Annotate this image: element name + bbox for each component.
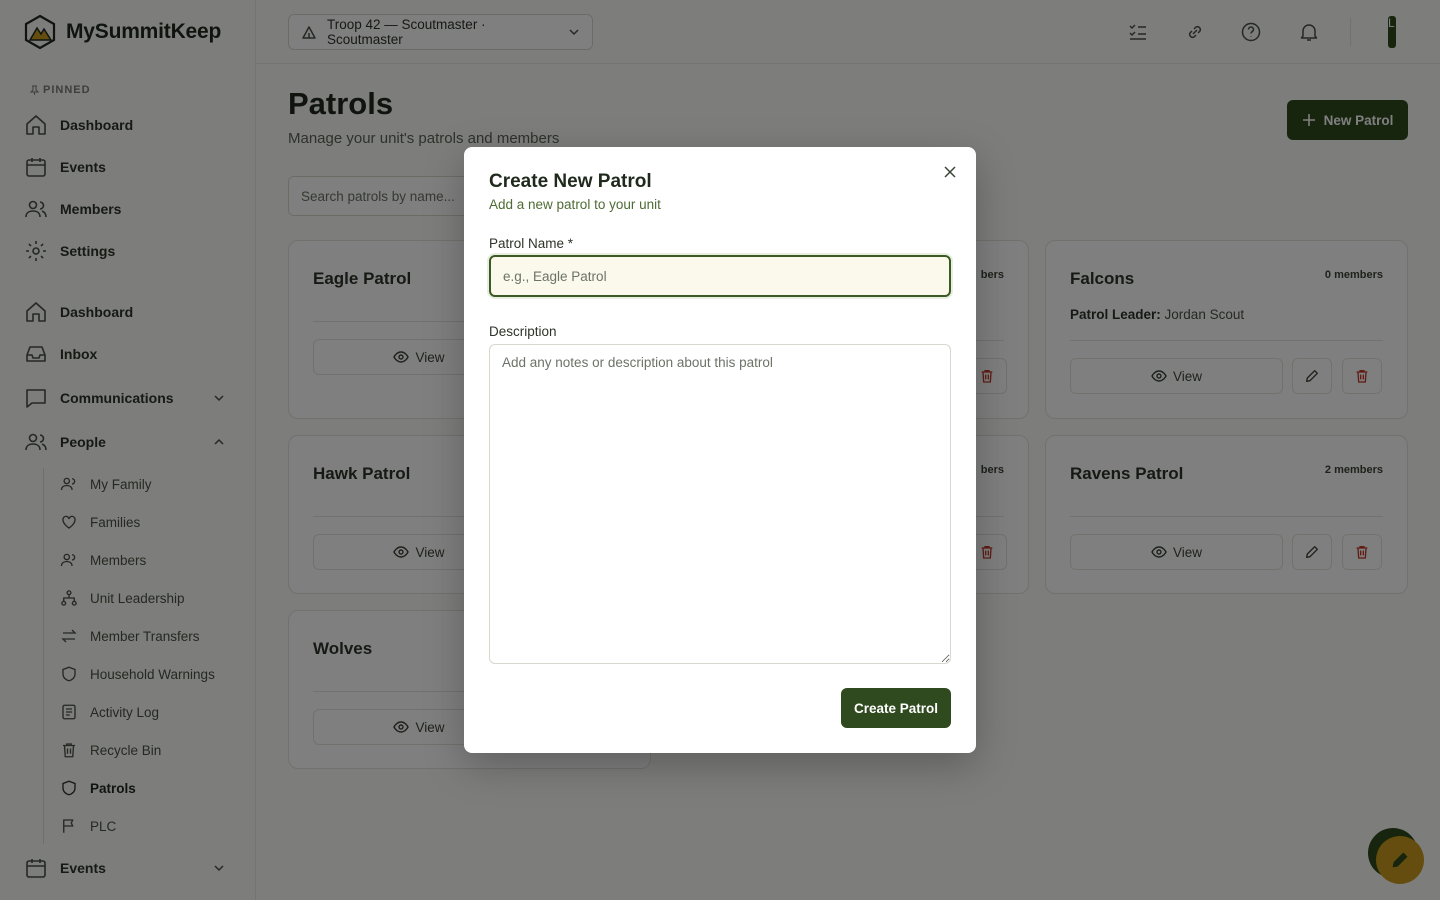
patrol-name-input[interactable] bbox=[489, 255, 951, 297]
dialog-subtitle: Add a new patrol to your unit bbox=[489, 197, 661, 212]
close-button[interactable] bbox=[942, 164, 958, 180]
close-icon bbox=[944, 166, 956, 178]
description-label: Description bbox=[489, 324, 557, 339]
create-patrol-dialog: Create New Patrol Add a new patrol to yo… bbox=[464, 147, 976, 753]
dialog-title: Create New Patrol bbox=[489, 171, 652, 192]
create-patrol-button[interactable]: Create Patrol bbox=[841, 688, 951, 728]
patrol-name-label: Patrol Name * bbox=[489, 236, 574, 251]
description-textarea[interactable] bbox=[489, 344, 951, 664]
